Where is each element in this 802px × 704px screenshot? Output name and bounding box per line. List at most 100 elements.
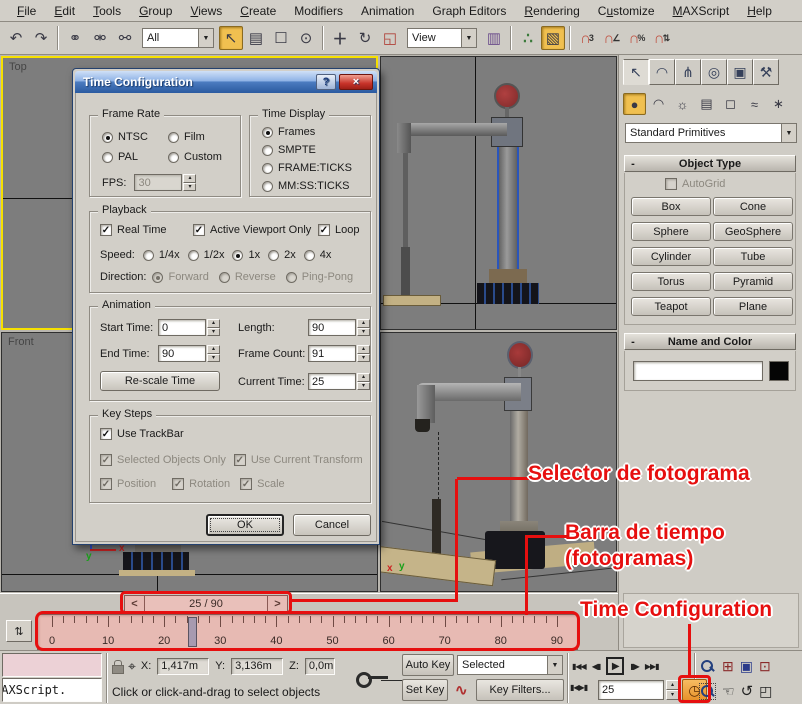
auto-key-button[interactable]: Auto Key [402,654,454,676]
key-mode-toggle-icon[interactable]: ▮◀▶▮ [570,683,587,692]
manipulate-icon[interactable]: ∴ [516,26,540,50]
undo-icon[interactable]: ↶ [4,26,28,50]
maxscript-mini-listener-pink[interactable] [2,653,102,677]
select-rotate-icon[interactable]: ↻ [353,26,377,50]
time-slider-handle[interactable] [188,617,197,647]
radio-mm-ss-ticks[interactable]: MM:SS:TICKS [262,180,350,192]
radio-forward[interactable] [152,272,163,283]
maximize-viewport-toggle-icon[interactable]: ◰ [759,683,771,700]
menu-create[interactable]: Create [231,2,285,20]
create-torus-button[interactable]: Torus [631,272,711,291]
end-time-field[interactable]: 90 [158,345,206,362]
create-teapot-button[interactable]: Teapot [631,297,711,316]
create-cylinder-button[interactable]: Cylinder [631,247,711,266]
length-field[interactable]: 90 [308,319,356,336]
previous-frame-icon[interactable]: ◀▮ [592,662,601,671]
category-helpers-icon[interactable]: ◻ [719,93,742,115]
menu-group[interactable]: Group [130,2,181,20]
radio-ping-pong[interactable] [286,272,297,283]
go-to-start-icon[interactable]: ▮◀◀ [572,662,586,671]
help-icon[interactable]: ? [316,74,336,90]
crossing-region-icon[interactable]: ⊙ [294,26,318,50]
radio-smpte[interactable]: SMPTE [262,144,316,156]
menu-file[interactable]: File [8,2,45,20]
close-icon[interactable]: × [339,74,373,90]
create-cone-button[interactable]: Cone [713,197,793,216]
check-scale[interactable]: ✓ [240,478,252,490]
layer-manager-icon[interactable]: ▥ [482,26,506,50]
y-coordinate-field[interactable]: 3,136m [231,658,283,675]
redo-icon[interactable]: ↷ [29,26,53,50]
tab-hierarchy-icon[interactable]: ⋔ [675,59,701,85]
rectangular-region-icon[interactable]: ☐ [269,26,293,50]
prev-frame-button[interactable]: < [124,595,145,613]
transform-center-icon[interactable]: ⌖ [128,658,135,675]
dropdown-arrow-icon[interactable]: ▼ [198,29,213,47]
set-key-button[interactable]: Set Key [402,679,448,701]
menu-customize[interactable]: Customize [589,2,664,20]
create-box-button[interactable]: Box [631,197,711,216]
radio-reverse[interactable] [219,272,230,283]
cancel-button[interactable]: Cancel [293,514,371,536]
zoom-icon[interactable] [700,659,715,674]
category-shapes-icon[interactable]: ◠ [647,93,670,115]
select-and-link-icon[interactable]: ⚭ [63,26,87,50]
select-scale-icon[interactable]: ◱ [378,26,402,50]
category-dropdown[interactable]: Standard Primitives ▼ [625,123,797,143]
create-sphere-button[interactable]: Sphere [631,222,711,241]
time-configuration-dialog[interactable]: Time Configuration ? × Frame Rate NTSC F… [72,68,380,545]
radio-speed-4x[interactable] [304,250,315,261]
menu-maxscript[interactable]: MAXScript [664,2,739,20]
reference-coordinate-dropdown[interactable]: View ▼ [407,28,477,48]
rescale-time-button[interactable]: Re-scale Time [100,371,220,391]
current-frame-field[interactable]: 25 [598,680,664,700]
x-coordinate-field[interactable]: 1,417m [157,658,209,675]
zoom-all-icon[interactable]: ⊞ [722,658,733,675]
viewport-perspective[interactable]: x y [380,332,617,592]
object-type-rollout[interactable]: - Object Type [624,155,796,172]
region-zoom-icon[interactable] [700,684,715,699]
tab-utilities-icon[interactable]: ⚒ [753,59,779,85]
radio-frames[interactable]: Frames [262,126,315,138]
time-slider-bar[interactable]: 0102030405060708090 [37,614,578,650]
pan-hand-icon[interactable]: ☜ [722,683,734,700]
object-color-swatch[interactable] [769,361,789,381]
radio-speed-1x[interactable] [232,250,243,261]
create-plane-button[interactable]: Plane [713,297,793,316]
category-space-warps-icon[interactable]: ≈ [743,93,766,115]
frame-indicator[interactable]: 25 / 90 [145,595,267,613]
snaps-toggle-icon[interactable]: ▧ [541,26,565,50]
dropdown-arrow-icon[interactable]: ▼ [781,124,796,142]
menu-modifiers[interactable]: Modifiers [285,2,352,20]
go-to-end-icon[interactable]: ▶▶▮ [645,662,659,671]
play-icon[interactable]: ▶ [606,657,624,675]
check-active-viewport[interactable]: ✓Active Viewport Only [193,224,311,236]
category-lights-icon[interactable]: ☼ [671,93,694,115]
viewport-label[interactable]: Front [8,336,34,348]
radio-frame-ticks[interactable]: FRAME:TICKS [262,162,352,174]
check-position[interactable]: ✓ [100,478,112,490]
tab-modify-icon[interactable]: ◠ [649,59,675,85]
selection-set-dropdown[interactable]: Selected ▼ [457,655,563,675]
check-rotation[interactable]: ✓ [172,478,184,490]
current-frame-spinner[interactable]: ▴▾ [666,680,679,700]
tab-create-icon[interactable]: ↖ [623,59,649,85]
bind-to-space-warp-icon[interactable]: ⚯ [113,26,137,50]
length-spinner[interactable]: ▴▾ [357,319,370,336]
spinner-snap-icon[interactable]: ∩⇅ [650,26,674,50]
select-move-icon[interactable]: ＋ [328,26,352,50]
dialog-title-bar[interactable]: Time Configuration ? × [75,71,377,93]
select-by-name-icon[interactable]: ▤ [244,26,268,50]
check-loop[interactable]: ✓Loop [318,224,359,236]
check-autogrid[interactable]: AutoGrid [665,178,725,190]
current-time-field[interactable]: 25 [308,373,356,390]
create-geosphere-button[interactable]: GeoSphere [713,222,793,241]
radio-ntsc[interactable]: NTSC [102,131,148,143]
zoom-extents-all-icon[interactable]: ⊡ [759,658,770,675]
fps-field[interactable]: 30 [134,174,182,191]
selection-lock-icon[interactable] [112,660,122,672]
next-frame-icon[interactable]: ▮▶ [630,662,639,671]
maxscript-mini-listener-white[interactable]: MAXScript. [2,678,102,702]
menu-animation[interactable]: Animation [352,2,423,20]
menu-help[interactable]: Help [738,2,781,20]
